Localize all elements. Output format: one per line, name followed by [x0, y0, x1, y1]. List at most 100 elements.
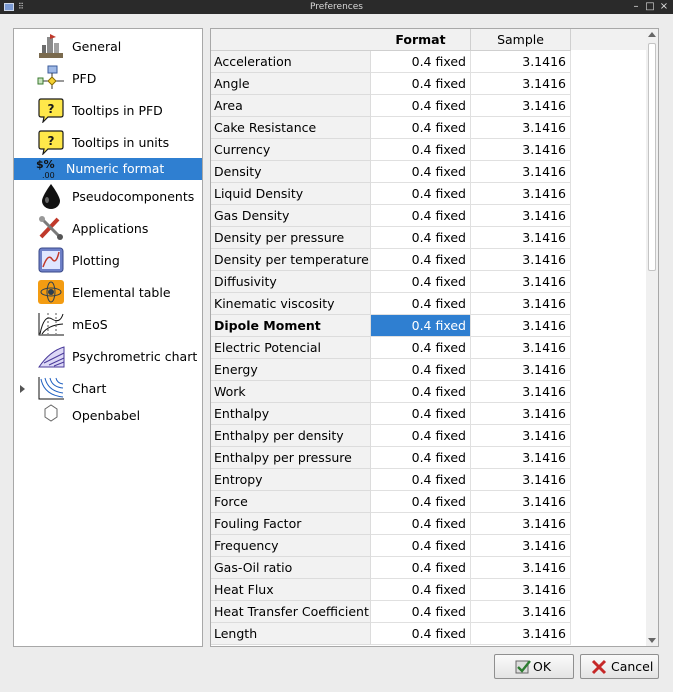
format-cell[interactable]: 0.4 fixed — [371, 381, 471, 403]
format-cell[interactable]: 0.4 fixed — [371, 513, 471, 535]
sidebar-item-openbabel[interactable]: Openbabel — [14, 400, 202, 428]
format-cell[interactable]: 0.4 fixed — [371, 535, 471, 557]
sidebar-item-applications[interactable]: Applications — [14, 213, 202, 241]
sidebar-item-general[interactable]: General — [14, 31, 202, 59]
format-cell[interactable]: 0.4 fixed — [371, 51, 471, 73]
sidebar-item-pfd[interactable]: PFD — [14, 63, 202, 91]
format-cell[interactable]: 0.4 fixed — [371, 117, 471, 139]
table-row[interactable]: Fouling Factor 0.4 fixed 3.1416 — [211, 513, 571, 535]
format-cell[interactable]: 0.4 fixed — [371, 293, 471, 315]
row-name-cell: Dipole Moment — [211, 315, 371, 337]
format-cell[interactable]: 0.4 fixed — [371, 337, 471, 359]
row-name-cell: Area — [211, 95, 371, 117]
table-row[interactable]: Electric Potencial 0.4 fixed 3.1416 — [211, 337, 571, 359]
table-row[interactable]: Dipole Moment 0.4 fixed 3.1416 — [211, 315, 571, 337]
table-row[interactable]: Density 0.4 fixed 3.1416 — [211, 161, 571, 183]
format-cell[interactable]: 0.4 fixed — [371, 601, 471, 623]
tooltip-glyph: ? — [48, 102, 55, 116]
format-cell[interactable]: 0.4 fixed — [371, 271, 471, 293]
sidebar-item-plotting[interactable]: Plotting — [14, 245, 202, 273]
table-row[interactable]: Enthalpy per density 0.4 fixed 3.1416 — [211, 425, 571, 447]
table-row[interactable]: Density per temperature 0.4 fixed 3.1416 — [211, 249, 571, 271]
table-row[interactable]: Enthalpy per pressure 0.4 fixed 3.1416 — [211, 447, 571, 469]
sidebar-item-label: Pseudocomponents — [72, 189, 195, 204]
table-row[interactable]: Entropy 0.4 fixed 3.1416 — [211, 469, 571, 491]
table-row[interactable]: Force 0.4 fixed 3.1416 — [211, 491, 571, 513]
table-row[interactable]: Kinematic viscosity 0.4 fixed 3.1416 — [211, 293, 571, 315]
sidebar-tree[interactable]: General PFD ? Tooltips in PFD ? Tooltips… — [13, 28, 203, 647]
format-cell[interactable]: 0.4 fixed — [371, 557, 471, 579]
table-row[interactable]: Length 0.4 fixed 3.1416 — [211, 623, 571, 645]
numeric-format-table[interactable]: Format Sample Acceleration 0.4 fixed 3.141… — [210, 28, 659, 647]
table-row[interactable]: Frequency 0.4 fixed 3.1416 — [211, 535, 571, 557]
header-blank — [211, 29, 371, 50]
sample-cell: 3.1416 — [471, 557, 571, 579]
plotting-icon — [38, 247, 64, 273]
table-row[interactable]: Work 0.4 fixed 3.1416 — [211, 381, 571, 403]
format-cell[interactable]: 0.4 fixed — [371, 315, 471, 337]
table-row[interactable]: Currency 0.4 fixed 3.1416 — [211, 139, 571, 161]
scroll-up-icon[interactable] — [648, 32, 656, 37]
table-row[interactable]: Area 0.4 fixed 3.1416 — [211, 95, 571, 117]
format-cell[interactable]: 0.4 fixed — [371, 425, 471, 447]
format-cell[interactable]: 0.4 fixed — [371, 623, 471, 645]
format-cell[interactable]: 0.4 fixed — [371, 403, 471, 425]
format-cell[interactable]: 0.4 fixed — [371, 183, 471, 205]
format-cell[interactable]: 0.4 fixed — [371, 491, 471, 513]
table-row[interactable]: Energy 0.4 fixed 3.1416 — [211, 359, 571, 381]
vertical-scrollbar[interactable] — [646, 29, 658, 646]
sidebar-item-numeric-format[interactable]: $% .00 Numeric format — [14, 158, 202, 180]
expand-arrow-icon[interactable] — [20, 385, 25, 393]
header-sample[interactable]: Sample — [471, 29, 571, 50]
header-format[interactable]: Format — [371, 29, 471, 50]
scrollbar-thumb[interactable] — [648, 43, 656, 271]
sidebar-item-tooltips-units[interactable]: ? Tooltips in units — [14, 127, 202, 155]
table-row[interactable]: Diffusivity 0.4 fixed 3.1416 — [211, 271, 571, 293]
format-cell[interactable]: 0.4 fixed — [371, 579, 471, 601]
numeric-format-icon: $% .00 — [36, 158, 55, 180]
table-header: Format Sample — [211, 29, 571, 51]
sidebar-item-elemental-table[interactable]: Elemental table — [14, 277, 202, 305]
format-cell[interactable]: 0.4 fixed — [371, 249, 471, 271]
elemental-table-icon — [38, 280, 64, 304]
sidebar-item-meos[interactable]: mEoS — [14, 309, 202, 337]
sample-cell: 3.1416 — [471, 469, 571, 491]
table-row[interactable]: Heat Transfer Coefficient 0.4 fixed 3.1416 — [211, 601, 571, 623]
restore-button[interactable]: □ — [645, 1, 655, 13]
format-cell[interactable]: 0.4 fixed — [371, 205, 471, 227]
sidebar-item-psychrometric-chart[interactable]: Psychrometric chart — [14, 341, 202, 369]
minimize-button[interactable]: – — [631, 1, 641, 13]
table-row[interactable]: Acceleration 0.4 fixed 3.1416 — [211, 51, 571, 73]
table-row[interactable]: Cake Resistance 0.4 fixed 3.1416 — [211, 117, 571, 139]
ok-button-label: OK — [533, 659, 552, 674]
row-name-cell: Fouling Factor — [211, 513, 371, 535]
table-row[interactable]: Gas-Oil ratio 0.4 fixed 3.1416 — [211, 557, 571, 579]
format-cell[interactable]: 0.4 fixed — [371, 139, 471, 161]
format-cell[interactable]: 0.4 fixed — [371, 95, 471, 117]
format-cell[interactable]: 0.4 fixed — [371, 161, 471, 183]
table-row[interactable]: Heat Flux 0.4 fixed 3.1416 — [211, 579, 571, 601]
sidebar-item-label: Tooltips in PFD — [72, 103, 163, 118]
sidebar-item-tooltips-pfd[interactable]: ? Tooltips in PFD — [14, 95, 202, 123]
table-row[interactable]: Angle 0.4 fixed 3.1416 — [211, 73, 571, 95]
cancel-button[interactable]: Cancel — [580, 654, 659, 679]
table-row[interactable]: Liquid Density 0.4 fixed 3.1416 — [211, 183, 571, 205]
close-button[interactable]: × — [659, 1, 669, 13]
ok-button[interactable]: OK — [494, 654, 574, 679]
format-cell[interactable]: 0.4 fixed — [371, 73, 471, 95]
table-row[interactable]: Gas Density 0.4 fixed 3.1416 — [211, 205, 571, 227]
table-row[interactable]: Density per pressure 0.4 fixed 3.1416 — [211, 227, 571, 249]
cancel-x-icon — [591, 659, 607, 675]
format-cell[interactable]: 0.4 fixed — [371, 227, 471, 249]
row-name-cell: Kinematic viscosity — [211, 293, 371, 315]
sidebar-item-pseudocomponents[interactable]: Pseudocomponents — [14, 181, 202, 209]
row-name-cell: Currency — [211, 139, 371, 161]
format-cell[interactable]: 0.4 fixed — [371, 447, 471, 469]
table-row[interactable]: Enthalpy 0.4 fixed 3.1416 — [211, 403, 571, 425]
format-cell[interactable]: 0.4 fixed — [371, 359, 471, 381]
sidebar-item-chart[interactable]: Chart — [14, 373, 202, 401]
format-cell[interactable]: 0.4 fixed — [371, 469, 471, 491]
scroll-down-icon[interactable] — [648, 638, 656, 643]
row-name-cell: Enthalpy per pressure — [211, 447, 371, 469]
row-name-cell: Gas-Oil ratio — [211, 557, 371, 579]
